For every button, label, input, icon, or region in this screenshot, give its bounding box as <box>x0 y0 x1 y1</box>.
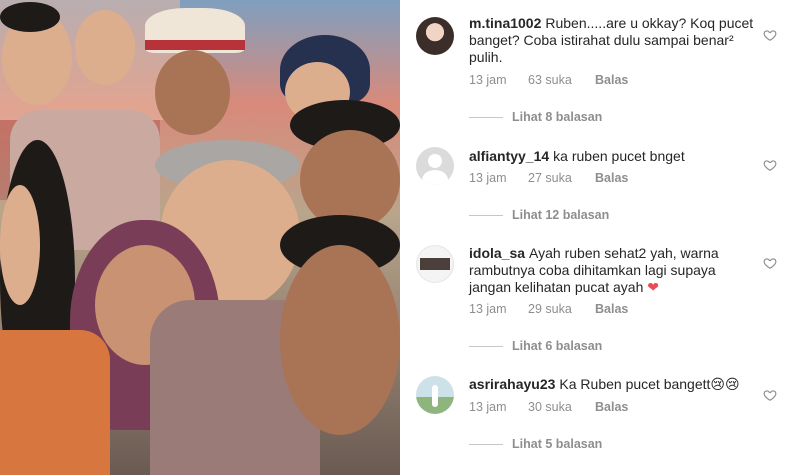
default-avatar-icon[interactable] <box>416 147 454 185</box>
view-replies-label: Lihat 8 balasan <box>512 110 603 124</box>
user-avatar[interactable] <box>416 245 454 283</box>
comment-body: Ka Ruben pucet bangett <box>559 376 711 392</box>
comment-likes[interactable]: 27 suka <box>528 171 595 185</box>
comment-username[interactable]: alfiantyy_14 <box>469 148 549 164</box>
post-photo <box>0 0 400 475</box>
comment-meta: 13 jam 27 suka Balas <box>469 171 628 185</box>
person-face <box>155 50 230 135</box>
avatar-image-strip <box>420 258 450 270</box>
replies-divider <box>469 116 503 118</box>
view-replies-label: Lihat 6 balasan <box>512 339 603 353</box>
view-replies-label: Lihat 12 balasan <box>512 208 610 222</box>
comment-username[interactable]: idola_sa <box>469 245 525 261</box>
view-replies-button[interactable]: Lihat 5 balasan <box>469 437 602 451</box>
comment-time: 13 jam <box>469 302 507 316</box>
view-replies-button[interactable]: Lihat 8 balasan <box>469 110 602 124</box>
avatar-body-shape <box>422 170 448 185</box>
view-replies-button[interactable]: Lihat 12 balasan <box>469 208 609 222</box>
crying-emoji: 😢😢 <box>710 376 740 392</box>
reply-button[interactable]: Balas <box>595 400 628 414</box>
comment-username[interactable]: m.tina1002 <box>469 15 541 31</box>
person-shirt <box>0 330 110 475</box>
comment-likes[interactable]: 29 suka <box>528 302 595 316</box>
heart-outline-icon[interactable] <box>763 256 777 270</box>
reply-button[interactable]: Balas <box>595 73 628 87</box>
comment-meta: 13 jam 63 suka Balas <box>469 73 628 87</box>
heart-outline-icon[interactable] <box>763 388 777 402</box>
user-avatar[interactable] <box>416 376 454 414</box>
avatar-head-shape <box>428 154 442 168</box>
person-hair <box>0 2 60 32</box>
comment-text: m.tina1002 Ruben.....are u okkay? Koq puc… <box>469 15 759 66</box>
comment-body: ka ruben pucet bnget <box>553 148 685 164</box>
comment-likes[interactable]: 63 suka <box>528 73 595 87</box>
reply-button[interactable]: Balas <box>595 171 628 185</box>
comment-meta: 13 jam 29 suka Balas <box>469 302 628 316</box>
comment-text: idola_sa Ayah ruben sehat2 yah, warna ram… <box>469 245 759 296</box>
view-replies-label: Lihat 5 balasan <box>512 437 603 451</box>
person-face <box>75 10 135 85</box>
heart-outline-icon[interactable] <box>763 158 777 172</box>
avatar-figure <box>432 385 438 407</box>
comment-time: 13 jam <box>469 73 507 87</box>
person-face <box>280 245 400 435</box>
person-face <box>0 185 40 305</box>
red-heart-emoji: ❤ <box>647 279 659 295</box>
comment-text: alfiantyy_14 ka ruben pucet bnget <box>469 148 759 165</box>
hat-band <box>145 40 245 50</box>
comments-panel[interactable]: m.tina1002 Ruben.....are u okkay? Koq puc… <box>400 0 800 475</box>
replies-divider <box>469 345 503 347</box>
comment-time: 13 jam <box>469 171 507 185</box>
comment-likes[interactable]: 30 suka <box>528 400 595 414</box>
comment-username[interactable]: asrirahayu23 <box>469 376 555 392</box>
replies-divider <box>469 214 503 216</box>
heart-outline-icon[interactable] <box>763 28 777 42</box>
comment-text: asrirahayu23 Ka Ruben pucet bangett😢😢 <box>469 376 759 393</box>
view-replies-button[interactable]: Lihat 6 balasan <box>469 339 602 353</box>
comment-meta: 13 jam 30 suka Balas <box>469 400 628 414</box>
comment-time: 13 jam <box>469 400 507 414</box>
replies-divider <box>469 443 503 445</box>
reply-button[interactable]: Balas <box>595 302 628 316</box>
user-avatar[interactable] <box>416 17 454 55</box>
